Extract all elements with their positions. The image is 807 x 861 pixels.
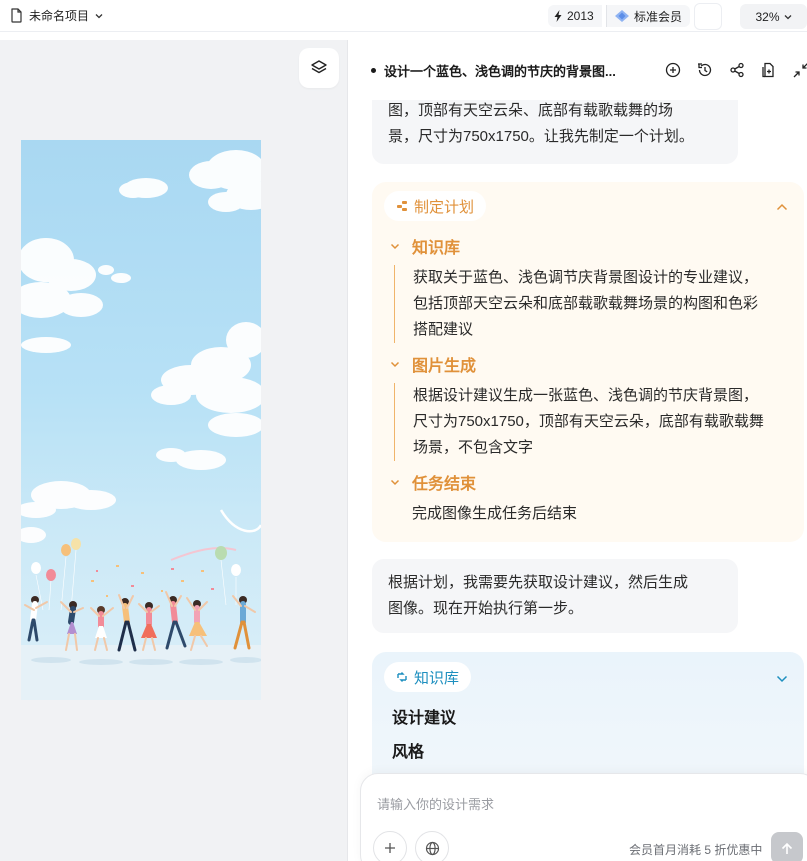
project-menu[interactable]: 未命名项目 <box>10 7 103 24</box>
layers-button[interactable] <box>299 48 339 88</box>
plan-step-title[interactable]: 知识库 <box>390 234 460 258</box>
plus-circle-icon <box>665 62 681 78</box>
promo-text: 会员首月消耗 5 折优惠中 <box>629 843 763 857</box>
history-icon <box>698 63 712 77</box>
layers-icon <box>311 60 327 74</box>
plan-card: 制定计划 知识库 获取关于蓝色、浅色调节庆背景图设计的专业建议， 包括顶部天空云… <box>372 182 804 542</box>
file-icon <box>11 8 22 23</box>
message-line: 图，顶部有天空云朵、底部有载歌载舞的场 <box>388 102 674 119</box>
step-line: 尺寸为750x1750，顶部有天空云朵，底部有载歌载舞 <box>413 413 764 430</box>
chevron-down-icon <box>776 675 788 683</box>
chat-input[interactable]: 请输入你的设计需求 <box>377 794 494 813</box>
plan-label: 制定计划 <box>414 198 475 216</box>
diamond-icon <box>615 10 629 22</box>
document-export-icon <box>762 62 774 78</box>
header-actions <box>663 60 807 80</box>
zoom-level: 32% <box>755 9 780 24</box>
share-button[interactable] <box>727 60 747 80</box>
new-chat-button[interactable] <box>663 60 683 80</box>
plan-step-body: 根据设计建议生成一张蓝色、浅色调的节庆背景图， 尺寸为750x1750，顶部有天… <box>394 383 794 461</box>
lightning-icon <box>554 10 562 22</box>
chevron-down-icon <box>390 243 400 249</box>
plus-icon <box>385 843 395 853</box>
step-title-text: 图片生成 <box>412 358 477 375</box>
step-line: 根据设计建议生成一张蓝色、浅色调的节庆背景图， <box>413 387 759 404</box>
avatar[interactable] <box>694 3 722 30</box>
export-button[interactable] <box>759 60 779 80</box>
step-title-text: 任务结束 <box>412 476 477 493</box>
chat-title-text: 设计一个蓝色、浅色调的节庆的背景图... <box>384 64 616 79</box>
plan-step-body: 获取关于蓝色、浅色调节庆背景图设计的专业建议， 包括顶部天空云朵和底部载歌载舞场… <box>394 265 794 343</box>
artboard-image[interactable] <box>21 140 261 700</box>
chevron-up-icon <box>776 203 788 211</box>
knowledge-label-pill: 知识库 <box>384 662 472 692</box>
globe-icon <box>425 841 439 855</box>
plan-step-title[interactable]: 图片生成 <box>390 352 476 376</box>
chat-header: 设计一个蓝色、浅色调的节庆的背景图... <box>349 40 807 100</box>
message-line: 根据计划，我需要先获取设计建议，然后生成 <box>388 574 689 591</box>
plan-step-body: 完成图像生成任务后结束 <box>394 501 794 527</box>
step-line: 完成图像生成任务后结束 <box>412 505 578 522</box>
plan-step-title[interactable]: 任务结束 <box>390 470 476 494</box>
collapse-arrows-icon <box>793 63 807 78</box>
send-button[interactable] <box>771 832 803 861</box>
membership-badge[interactable]: 标准会员 <box>606 5 691 27</box>
step-title-text: 知识库 <box>412 240 461 257</box>
chevron-down-icon <box>784 14 791 19</box>
history-button[interactable] <box>695 60 715 80</box>
project-name: 未命名项目 <box>29 9 90 23</box>
step-line: 搭配建议 <box>413 321 474 338</box>
add-attachment-button[interactable] <box>373 831 407 861</box>
top-bar: 未命名项目 2013 标准会员 32% <box>0 0 807 32</box>
chat-title[interactable]: 设计一个蓝色、浅色调的节庆的背景图... <box>371 61 616 80</box>
assistant-message: 根据计划，我需要先获取设计建议，然后生成 图像。现在开始执行第一步。 <box>372 559 738 633</box>
step-line: 包括顶部天空云朵和底部载歌载舞场景的构图和色彩 <box>413 295 759 312</box>
credits-count: 2013 <box>567 9 594 23</box>
chat-input-box: 请输入你的设计需求 会员首月消耗 5 折优惠中 <box>360 773 807 861</box>
plan-collapse-button[interactable] <box>776 198 788 216</box>
chat-panel: 图，顶部有天空云朵、底部有载歌载舞的场 景，尺寸为750x1750。让我先制定一… <box>349 40 807 861</box>
membership-label: 标准会员 <box>634 9 683 24</box>
chevron-down-icon <box>95 13 103 18</box>
canvas-area[interactable] <box>0 40 348 861</box>
arrow-up-icon <box>781 842 793 854</box>
collapse-panel-button[interactable] <box>791 60 807 80</box>
web-search-button[interactable] <box>415 831 449 861</box>
plan-icon <box>397 201 407 211</box>
status-dot <box>371 68 376 73</box>
step-line: 获取关于蓝色、浅色调节庆背景图设计的专业建议， <box>413 269 759 286</box>
knowledge-heading: 设计建议 <box>392 710 457 727</box>
credits-badge[interactable]: 2013 <box>548 5 602 27</box>
festive-background-image <box>21 150 261 700</box>
knowledge-icon <box>397 672 407 682</box>
chevron-down-icon <box>390 479 400 485</box>
knowledge-heading: 风格 <box>392 744 425 761</box>
step-line: 场景，不包含文字 <box>413 439 534 456</box>
knowledge-collapse-button[interactable] <box>776 670 788 688</box>
message-line: 图像。现在开始执行第一步。 <box>388 600 584 617</box>
chevron-down-icon <box>390 361 400 367</box>
share-icon <box>730 62 744 78</box>
message-line: 景，尺寸为750x1750。让我先制定一个计划。 <box>388 128 694 145</box>
plan-label-pill: 制定计划 <box>384 191 487 221</box>
knowledge-label: 知识库 <box>414 669 460 687</box>
zoom-control[interactable]: 32% <box>740 4 807 29</box>
